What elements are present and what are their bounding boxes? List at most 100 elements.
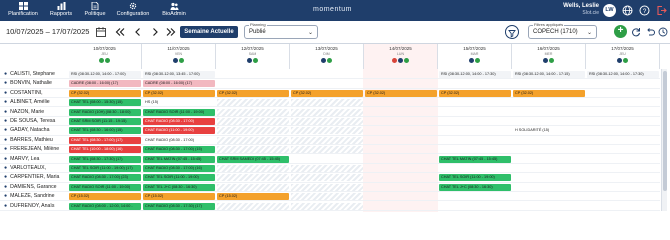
filter-button[interactable] <box>505 25 519 39</box>
shift-cell[interactable]: H SOLIDARITÉ (15) <box>513 127 585 135</box>
employee-name[interactable]: ● MALEZE, Sandrine <box>4 193 55 199</box>
shift-cell[interactable]: CHAT SRM SOIR (11:15 - 19:15) <box>69 118 141 125</box>
chevron-left-icon[interactable] <box>133 27 143 37</box>
day-header[interactable]: 10/07/2025 JEU <box>68 44 142 69</box>
shift-cell[interactable]: RSI (08:30-12:00, 13:45 - 17:00) <box>143 71 215 78</box>
shift-cell[interactable]: CHAT RADIO (08:30 - 17:00) (23) <box>69 174 141 182</box>
add-shift-icon[interactable] <box>253 58 258 63</box>
nav-configuration[interactable]: Configuration <box>113 2 153 17</box>
add-shift-icon[interactable] <box>179 58 184 63</box>
add-button[interactable]: + <box>614 25 627 38</box>
shift-cell[interactable]: CP (15.02) <box>69 193 141 201</box>
logout-icon[interactable] <box>656 5 667 16</box>
vertical-scrollbar[interactable] <box>661 69 667 211</box>
shift-cell[interactable]: CADRE (08:00 - 16:00) (17) <box>69 80 141 88</box>
refresh-icon[interactable] <box>631 27 641 37</box>
shift-cell[interactable]: CHAT RADIO (08:30 - 17:00) (15) <box>143 146 215 154</box>
shift-cell[interactable]: CHAT TEL SOIR (11:00 - 19:00) <box>143 174 215 182</box>
employee-name[interactable]: ● DE SOUSA, Teresa <box>4 118 55 124</box>
employee-name[interactable]: ● NAZON, Marie <box>4 109 44 115</box>
shift-cell[interactable]: RSI (08:30-12:00, 14:00 - 17:30) <box>439 71 511 78</box>
employee-name[interactable]: ● BONVIN, Nathalie <box>4 80 52 86</box>
shift-cell[interactable]: CHAT TEL MATIN (07:45 - 15:45) <box>439 155 511 163</box>
planning-select[interactable]: Planning Publié ⌄ <box>244 22 318 39</box>
shift-cell[interactable]: CHAT TEL SOIR (11:00 - 19:00) <box>439 174 511 182</box>
day-header[interactable]: 14/07/2025 LUN <box>364 44 438 69</box>
document-icon[interactable] <box>247 58 252 63</box>
shift-cell[interactable]: CP (32.02) <box>513 89 585 97</box>
shift-cell[interactable]: CHAT TEL SOIR (11:00 - 19:00) (17) <box>69 165 141 172</box>
holiday-icon[interactable] <box>392 58 397 63</box>
shift-cell[interactable]: CHAT RADIO (08:30 - 17:00) (16) <box>143 165 215 172</box>
add-shift-icon[interactable] <box>549 58 554 63</box>
document-icon[interactable] <box>543 58 548 63</box>
help-icon[interactable]: ? <box>639 5 650 16</box>
double-chevron-left-icon[interactable] <box>115 27 125 37</box>
shift-cell[interactable]: CP (32.02) <box>69 89 141 97</box>
current-week-button[interactable]: Semaine Actuelle <box>180 26 238 38</box>
shift-cell[interactable]: CHAT RADIO (08:00 - 12:00, 14:00 - <box>69 202 141 210</box>
shift-cell[interactable]: CHAT TEL (08:30 - 16:00) (15) <box>69 127 141 135</box>
employee-name[interactable]: ● COSTANTINI, <box>4 90 43 96</box>
shift-cell[interactable]: CP (32.02) <box>291 89 363 97</box>
document-icon[interactable] <box>398 58 403 63</box>
employee-name[interactable]: ● FREREJEAN, Milène <box>4 146 59 152</box>
add-shift-icon[interactable] <box>404 58 409 63</box>
shift-cell[interactable]: CHAT SRM SAMEDI (07:45 - 15:45) <box>217 155 289 163</box>
employee-name[interactable]: ● CALISTI, Stephane <box>4 71 55 77</box>
shift-cell[interactable]: CHAT TEL (10:00 - 18:00) (16) <box>69 146 141 154</box>
calendar-icon[interactable] <box>96 27 106 37</box>
day-header[interactable]: 12/07/2025 SAM <box>216 44 290 69</box>
shift-cell[interactable]: CHAT TEL J+C (08:30 - 16:30) <box>439 183 511 191</box>
nav-planification[interactable]: Planification <box>3 2 43 17</box>
scrollbar-thumb[interactable] <box>663 71 667 191</box>
employee-name[interactable]: ● ALBINET, Amélie <box>4 99 50 105</box>
day-header[interactable]: 11/07/2025 VEN <box>142 44 216 69</box>
add-shift-icon[interactable] <box>105 58 110 63</box>
shift-cell[interactable]: HS (15) <box>143 99 215 107</box>
chevron-right-icon[interactable] <box>150 27 160 37</box>
add-shift-icon[interactable] <box>475 58 480 63</box>
employee-name[interactable]: ● DAMIENS, Garance <box>4 184 57 190</box>
shift-cell[interactable]: CHAT RADIO SOIR (11:00 - 19:00) <box>143 108 215 116</box>
avatar[interactable]: LW <box>603 4 616 17</box>
shift-cell[interactable]: CHAT RADIO (08:30 - 17:00) <box>143 118 215 125</box>
document-icon[interactable] <box>173 58 178 63</box>
shift-cell[interactable]: CHAT RADIO (10H) (08:30 - 18:00) <box>69 108 141 116</box>
shift-cell[interactable]: CHAT TEL (08:30 - 17:30) (17) <box>69 155 141 163</box>
add-shift-icon[interactable] <box>327 58 332 63</box>
employee-name[interactable]: ● GADAY, Natacha <box>4 127 49 133</box>
double-chevron-right-icon[interactable] <box>166 27 176 37</box>
shift-cell[interactable]: CHAT RADIO (08:30 - 17:30) (17) <box>143 202 215 210</box>
day-header[interactable]: 16/07/2025 MER <box>512 44 586 69</box>
shift-cell[interactable]: CP (15.02) <box>143 193 215 201</box>
shift-cell[interactable]: CP (32.02) <box>217 89 289 97</box>
add-shift-icon[interactable] <box>99 58 104 63</box>
shift-cell[interactable]: RSI (08:30-12:00, 14:00 - 17:30) <box>587 71 659 78</box>
nav-politique[interactable]: Politique <box>75 2 115 17</box>
employee-name[interactable]: ● CARPENTIER, Maria <box>4 174 59 180</box>
shift-cell[interactable]: CHAT RADIO SOIR (11:00 - 19:00) <box>69 183 141 191</box>
nav-bioadmin[interactable]: BioAdmin <box>154 2 194 17</box>
day-header[interactable]: 15/07/2025 MAR <box>438 44 512 69</box>
add-shift-icon[interactable] <box>623 58 628 63</box>
shift-cell[interactable]: CHAT RADIO (08:30 - 17:00) <box>143 136 215 144</box>
document-icon[interactable] <box>617 58 622 63</box>
shift-cell[interactable]: CHAT TEL (08:30 - 17:00) (17) <box>69 136 141 144</box>
undo-icon[interactable] <box>645 27 655 37</box>
shift-cell[interactable]: CHAT TEL (08:00 - 15:30) (15) <box>69 99 141 107</box>
document-icon[interactable] <box>321 58 326 63</box>
filters-select[interactable]: Filtres appliqués COPECH (1710) ⌄ <box>528 22 597 39</box>
globe-icon[interactable] <box>622 5 633 16</box>
shift-cell[interactable]: CHAT RADIO (11:00 - 19:00) <box>143 127 215 135</box>
shift-cell[interactable]: CP (32.02) <box>365 89 437 97</box>
document-icon[interactable] <box>469 58 474 63</box>
shift-cell[interactable]: CP (15.02) <box>217 193 289 201</box>
day-header[interactable]: 13/07/2025 DIM <box>290 44 364 69</box>
employee-name[interactable]: ● BARRES, Mathieu <box>4 137 53 143</box>
shift-cell[interactable]: RSI (08:30-12:00, 14:00 - 17:00) <box>69 71 141 78</box>
shift-cell[interactable]: RSI (08:30-12:00, 14:00 - 17:15) <box>513 71 585 78</box>
employee-name[interactable]: ● MARVY, Lea <box>4 156 39 162</box>
shift-cell[interactable]: CP (32.02) <box>439 89 511 97</box>
day-header[interactable]: 17/07/2025 JEU <box>586 44 660 69</box>
